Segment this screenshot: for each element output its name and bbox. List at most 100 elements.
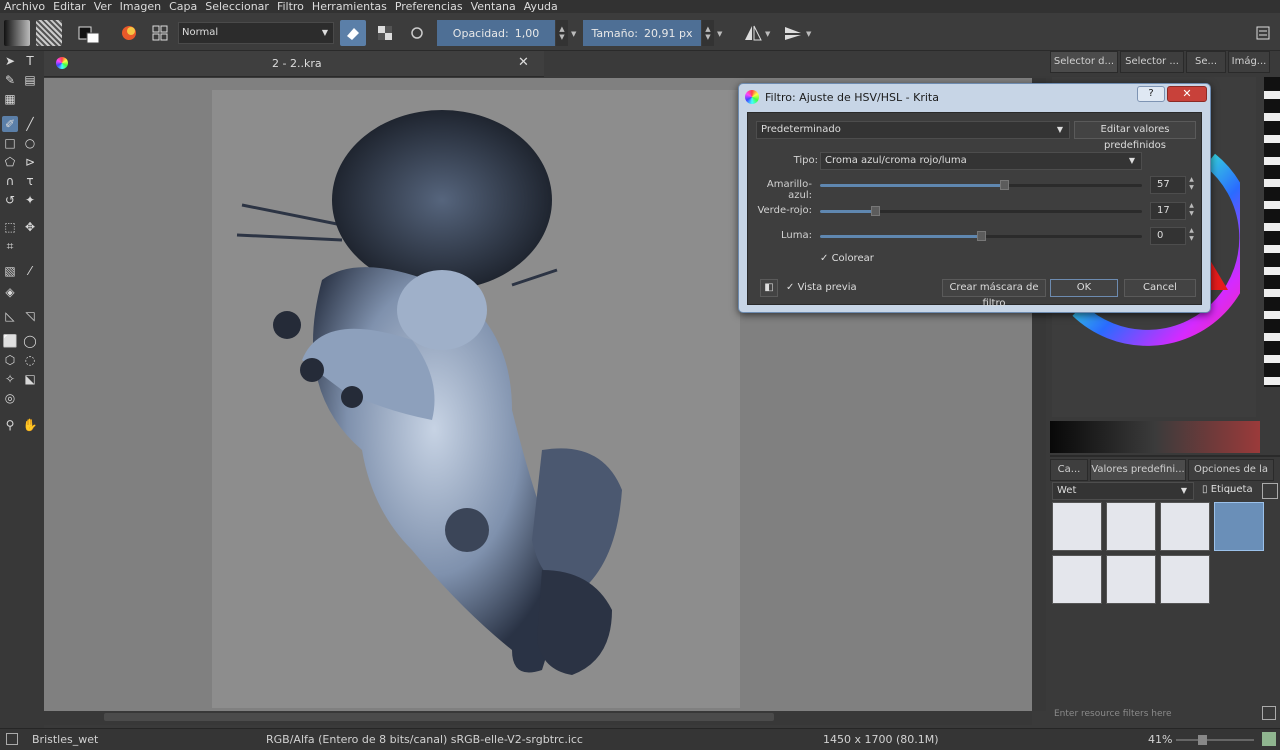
calligraphy-icon[interactable]: ▤	[22, 72, 38, 88]
split-preview-icon[interactable]: ◧	[760, 279, 778, 297]
crop-tool-icon[interactable]: ⌗	[2, 238, 18, 254]
green-red-value[interactable]: 17	[1150, 202, 1186, 220]
edit-presets-button[interactable]: Editar valores predefinidos	[1074, 121, 1196, 151]
gradient-fill-icon[interactable]: ▧	[2, 263, 18, 279]
freehand-path-icon[interactable]: τ	[22, 173, 38, 189]
type-select[interactable]: Croma azul/croma rojo/luma ▼	[820, 152, 1142, 170]
text-tool-icon[interactable]: T	[22, 53, 38, 69]
canvas-document[interactable]	[212, 90, 740, 708]
yellow-blue-slider[interactable]	[820, 180, 1142, 190]
tab-selector[interactable]: Selector ...	[1120, 51, 1184, 73]
gradient-tool-icon[interactable]: ▦	[2, 91, 18, 107]
measure-tool-icon[interactable]: ◺	[2, 308, 18, 324]
menu-filtro[interactable]: Filtro	[273, 0, 308, 13]
brush-preset-6[interactable]	[1106, 555, 1156, 604]
brush-preset-2[interactable]	[1106, 502, 1156, 551]
freehand-select-icon[interactable]: ◌	[22, 352, 38, 368]
yellow-blue-stepper[interactable]: ▲ ▼	[1186, 176, 1197, 194]
line-tool-icon[interactable]: ╱	[22, 116, 38, 132]
pan-tool-icon[interactable]: ✋	[22, 417, 38, 433]
menu-ventana[interactable]: Ventana	[467, 0, 520, 13]
zoom-tool-icon[interactable]: ⚲	[2, 417, 18, 433]
help-button[interactable]: ?	[1137, 86, 1165, 102]
alpha-lock-icon[interactable]	[372, 20, 398, 46]
chevron-down-icon[interactable]: ▼	[806, 30, 811, 38]
settings-panel-icon[interactable]	[1250, 20, 1276, 46]
opacity-slider[interactable]: Opacidad: 1,00	[437, 20, 555, 46]
color-picker-icon[interactable]: ⁄	[22, 263, 38, 279]
ellipse-select-icon[interactable]: ◯	[22, 333, 38, 349]
fullscreen-icon[interactable]	[1262, 732, 1276, 746]
bezier-tool-icon[interactable]: ∩	[2, 173, 18, 189]
blend-mode-select[interactable]: Normal ▼	[178, 22, 334, 44]
yellow-blue-value[interactable]: 57	[1150, 176, 1186, 194]
dock-splitter[interactable]	[1050, 455, 1280, 457]
multibrush-icon[interactable]: ✦	[22, 192, 38, 208]
color-history-bar[interactable]	[1050, 421, 1260, 453]
menu-imagen[interactable]: Imagen	[116, 0, 165, 13]
opacity-stepper[interactable]: ▲ ▼	[556, 20, 568, 46]
menu-ver[interactable]: Ver	[90, 0, 116, 13]
size-slider[interactable]: Tamaño: 20,91 px	[583, 20, 701, 46]
view-mode-icon[interactable]	[1262, 483, 1278, 499]
pattern-selector[interactable]	[36, 20, 62, 46]
scroll-thumb[interactable]	[104, 713, 774, 721]
edit-shapes-icon[interactable]: ✎	[2, 72, 18, 88]
menu-editar[interactable]: Editar	[49, 0, 90, 13]
color-swatches-icon[interactable]	[76, 20, 102, 46]
fill-tool-icon[interactable]: ◈	[2, 284, 18, 300]
colorize-checkbox[interactable]: ✓ Colorear	[820, 253, 874, 264]
tab-images[interactable]: Imág...	[1228, 51, 1270, 73]
bezier-select-icon[interactable]: ◎	[2, 390, 18, 406]
preset-tag-select[interactable]: Wet ▼	[1052, 482, 1194, 500]
brush-preset-5[interactable]	[1052, 555, 1102, 604]
green-red-slider[interactable]	[820, 206, 1142, 216]
zoom-slider[interactable]	[1176, 735, 1254, 745]
brush-preset-1[interactable]	[1052, 502, 1102, 551]
ok-button[interactable]: OK	[1050, 279, 1118, 297]
close-tab-icon[interactable]: ✕	[518, 55, 529, 70]
luma-stepper[interactable]: ▲ ▼	[1186, 227, 1197, 245]
preset-select[interactable]: Predeterminado ▼	[756, 121, 1070, 139]
chevron-down-icon[interactable]: ▼	[765, 30, 770, 38]
transform-tool-icon[interactable]: ⬚	[2, 219, 18, 235]
menu-seleccionar[interactable]: Seleccionar	[201, 0, 273, 13]
contiguous-select-icon[interactable]: ✧	[2, 371, 18, 387]
menu-ayuda[interactable]: Ayuda	[520, 0, 562, 13]
rect-select-icon[interactable]: ⬜	[2, 333, 18, 349]
zoom-slider-handle[interactable]	[1198, 735, 1207, 745]
menu-capa[interactable]: Capa	[165, 0, 201, 13]
freehand-brush-icon[interactable]: ✐	[2, 116, 18, 132]
tab-ca[interactable]: Ca...	[1050, 459, 1088, 481]
reload-preset-icon[interactable]	[404, 20, 430, 46]
brush-preset-3[interactable]	[1160, 502, 1210, 551]
filter-options-icon[interactable]	[1262, 706, 1276, 720]
menu-preferencias[interactable]: Preferencias	[391, 0, 467, 13]
tab-tool-options[interactable]: Opciones de la ...	[1188, 459, 1274, 495]
menu-herramientas[interactable]: Herramientas	[308, 0, 391, 13]
similar-select-icon[interactable]: ⬕	[22, 371, 38, 387]
swatch-strip[interactable]	[1264, 77, 1280, 387]
cancel-button[interactable]: Cancel	[1124, 279, 1196, 297]
tab-color-selector[interactable]: Selector d...	[1050, 51, 1118, 73]
resource-filter-input[interactable]: Enter resource filters here	[1052, 706, 1252, 722]
workspace-grid-icon[interactable]	[147, 20, 173, 46]
mirror-horizontal-icon[interactable]	[740, 20, 766, 46]
brush-preset-selected[interactable]	[1214, 502, 1264, 551]
tab-se[interactable]: Se...	[1186, 51, 1226, 73]
brush-preset-icon[interactable]	[116, 20, 142, 46]
horizontal-scrollbar[interactable]	[44, 711, 1032, 725]
create-filter-mask-button[interactable]: Crear máscara de filtro	[942, 279, 1046, 309]
dynamic-brush-icon[interactable]: ↺	[2, 192, 18, 208]
close-dialog-button[interactable]: ✕	[1167, 86, 1207, 102]
tab-brush-presets[interactable]: Valores predefini...	[1090, 459, 1186, 481]
chevron-down-icon[interactable]: ▼	[571, 30, 576, 38]
size-stepper[interactable]: ▲ ▼	[702, 20, 714, 46]
eraser-mode-icon[interactable]	[340, 20, 366, 46]
polygon-select-icon[interactable]: ⬡	[2, 352, 18, 368]
chevron-down-icon[interactable]: ▼	[717, 30, 722, 38]
brush-preset-7[interactable]	[1160, 555, 1210, 604]
mirror-vertical-icon[interactable]	[780, 20, 806, 46]
luma-slider[interactable]	[820, 231, 1142, 241]
preview-checkbox[interactable]: ✓ Vista previa	[786, 282, 857, 293]
